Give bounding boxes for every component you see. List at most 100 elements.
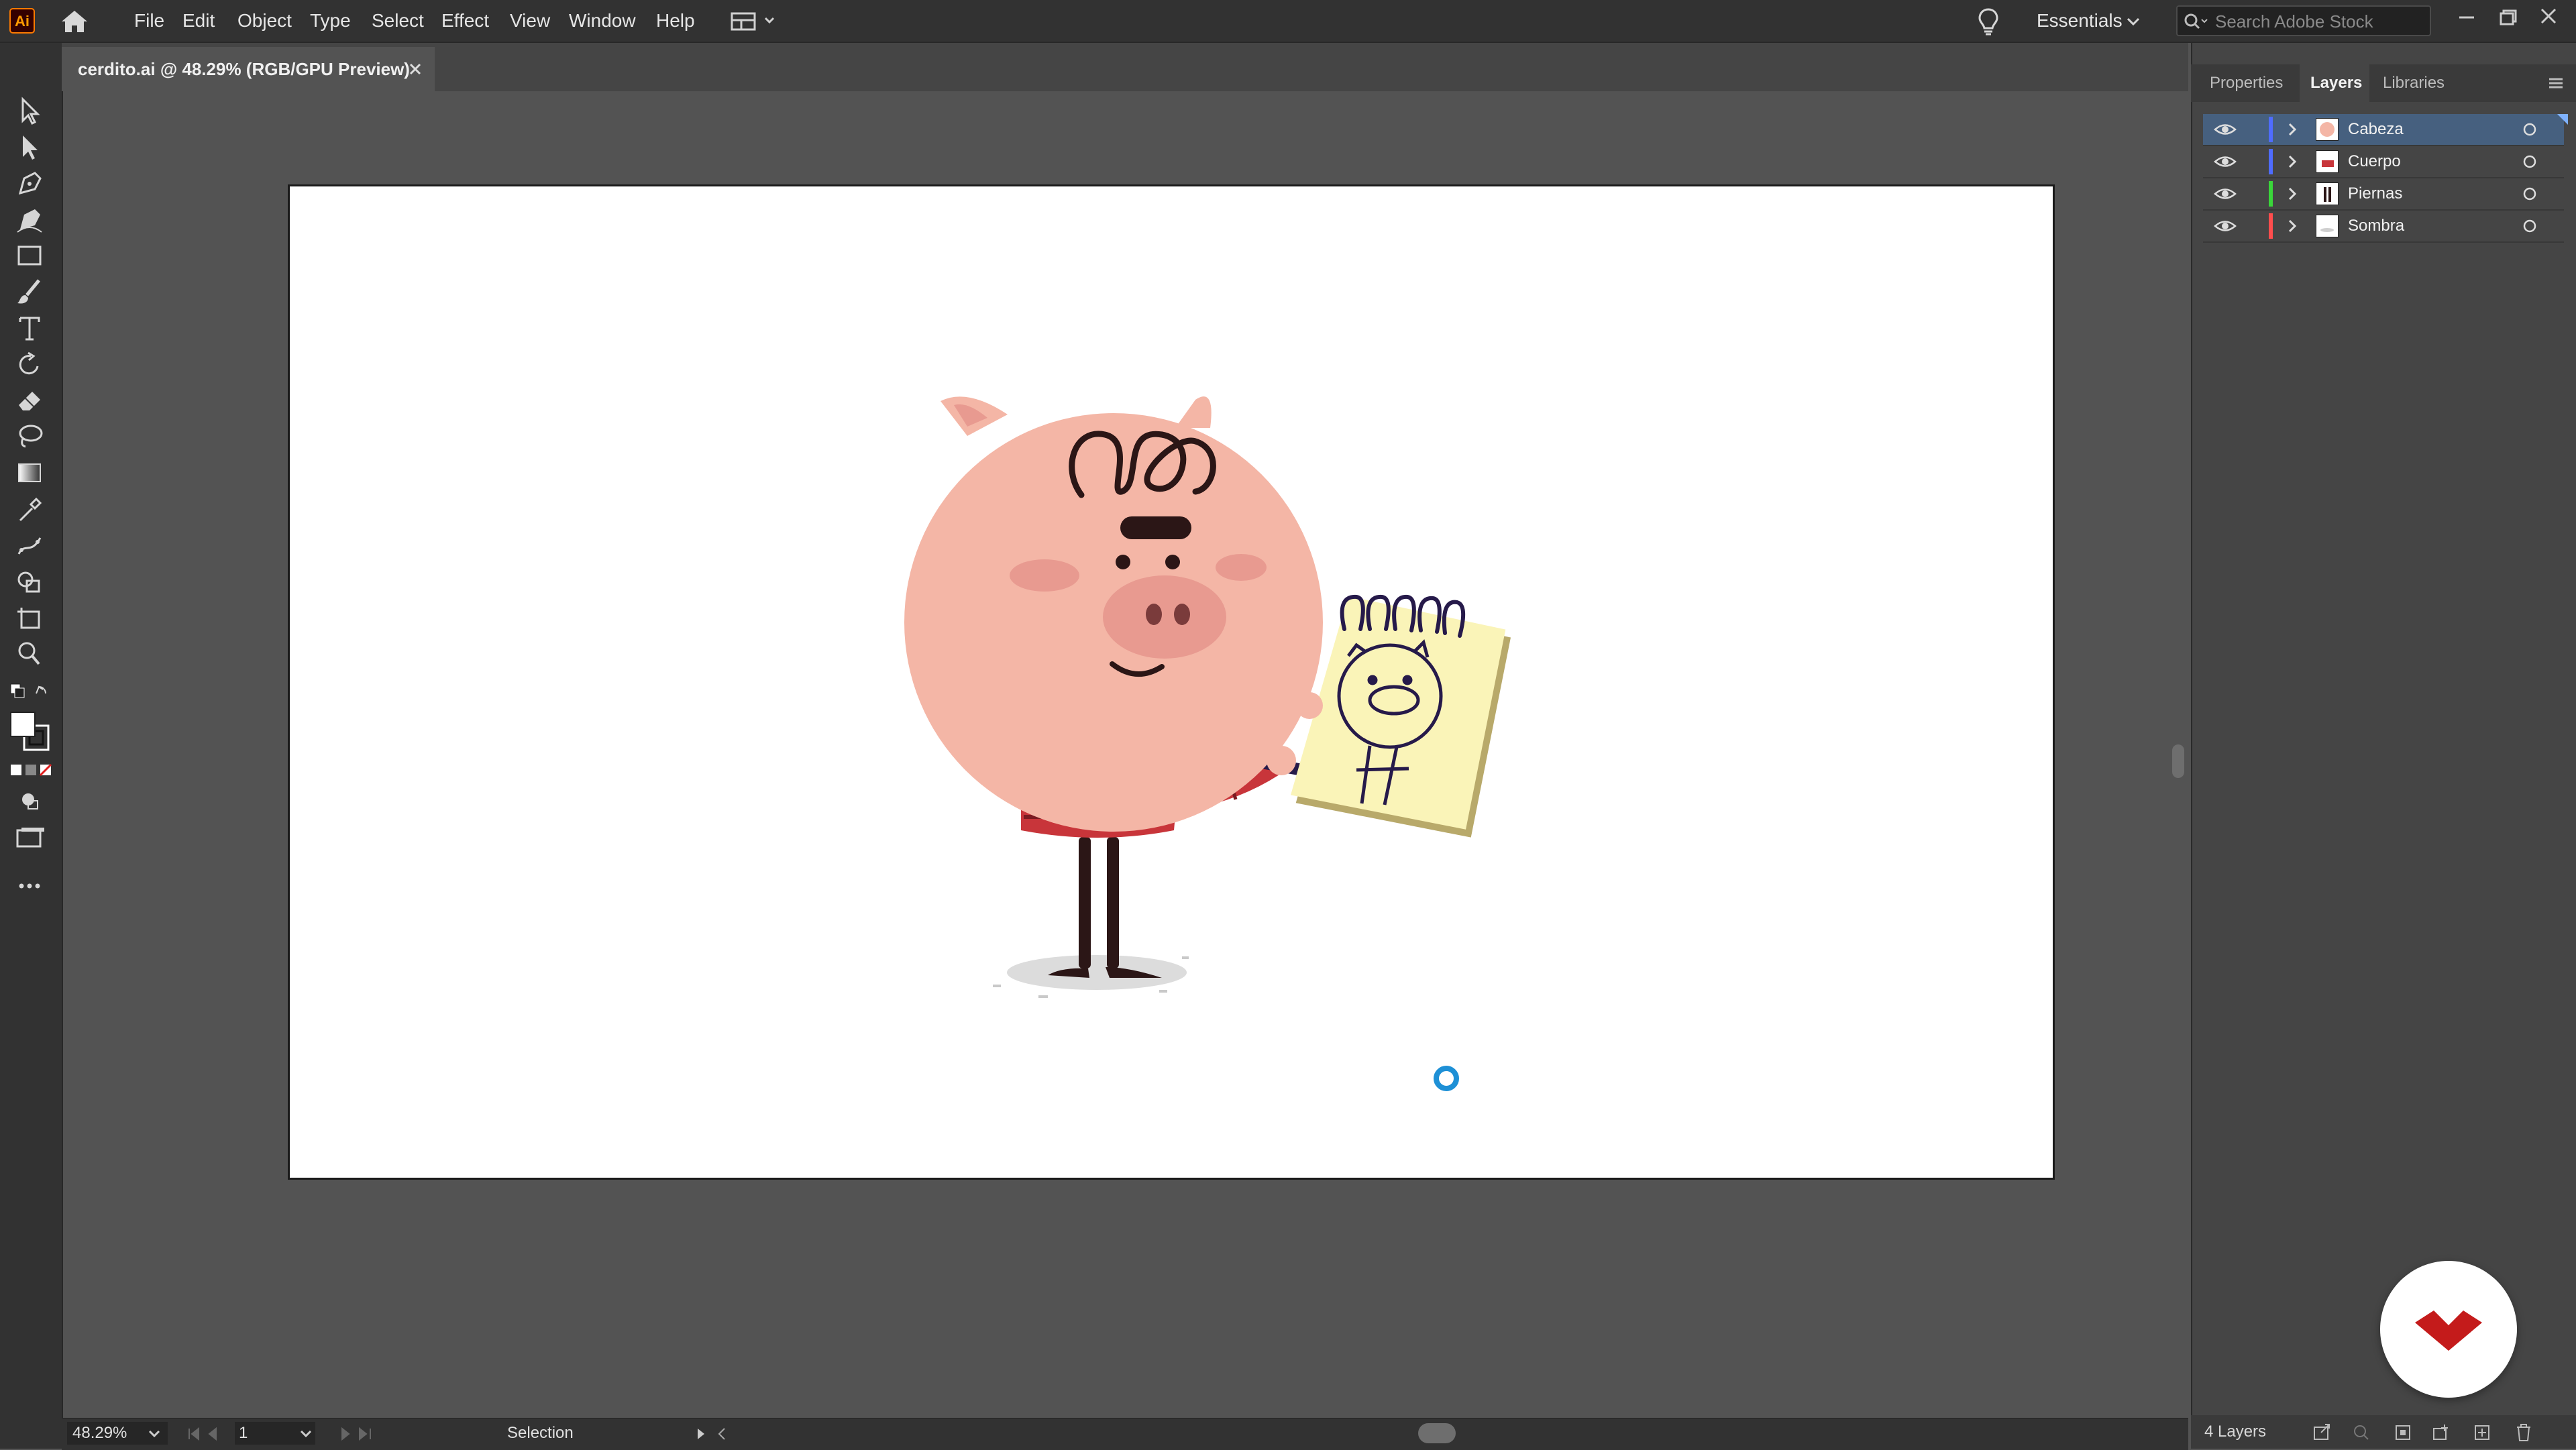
eyedropper-tool-icon[interactable] (11, 492, 48, 526)
lasso-tool-icon[interactable] (11, 420, 48, 453)
home-icon[interactable] (58, 8, 91, 35)
target-icon[interactable] (2522, 122, 2537, 137)
search-adobe-stock[interactable] (2176, 5, 2431, 36)
status-arrows-icon[interactable] (694, 1426, 734, 1442)
tab-layers[interactable]: Layers (2310, 64, 2362, 102)
new-sublayer-icon (2433, 1425, 2448, 1440)
layer-color-indicator (2269, 149, 2273, 174)
locate-object-icon (2354, 1425, 2369, 1440)
first-prev-artboard-icon[interactable] (182, 1425, 229, 1443)
puppet-warp-tool-icon[interactable] (11, 528, 48, 562)
shadow-shape (1007, 955, 1187, 990)
tab-libraries[interactable]: Libraries (2383, 64, 2445, 102)
right-panel (2191, 43, 2576, 1449)
maximize-icon[interactable] (2493, 4, 2526, 31)
curvature-tool-icon[interactable] (11, 203, 48, 236)
layer-color-indicator (2269, 181, 2273, 207)
paintbrush-tool-icon[interactable] (11, 275, 48, 309)
screen-mode-icon[interactable] (11, 821, 48, 854)
menu-window[interactable]: Window (569, 0, 636, 42)
menu-effect[interactable]: Effect (441, 0, 489, 42)
arrange-documents-button[interactable] (728, 9, 782, 32)
zoom-level-value: 48.29% (72, 1424, 127, 1442)
layer-color-indicator (2269, 117, 2273, 142)
clipping-mask-icon (2396, 1425, 2410, 1440)
new-layer-icon (2475, 1425, 2489, 1440)
color-mode-icon[interactable] (9, 762, 52, 781)
selected-layer-marker (2557, 114, 2568, 125)
zoom-tool-icon[interactable] (11, 637, 48, 671)
layer-thumbnail (2316, 215, 2339, 237)
panel-menu-icon[interactable] (2546, 74, 2565, 93)
layer-name: Sombra (2348, 217, 2405, 235)
selection-tool-icon[interactable] (11, 94, 48, 127)
menu-view[interactable]: View (510, 0, 550, 42)
close-icon[interactable] (2532, 4, 2565, 31)
layer-row-piernas[interactable]: Piernas (2203, 178, 2564, 211)
layer-row-cuerpo[interactable]: Cuerpo (2203, 146, 2564, 178)
chevron-down-icon[interactable] (2125, 13, 2141, 30)
artboard-chevron-icon[interactable] (298, 1426, 314, 1442)
eye-icon[interactable] (2214, 185, 2237, 203)
minimize-icon[interactable] (2450, 4, 2483, 31)
busy-cursor-icon (1434, 1066, 1459, 1091)
horizontal-scroll-thumb[interactable] (1418, 1423, 1456, 1443)
layer-row-sombra[interactable]: Sombra (2203, 211, 2564, 243)
search-input[interactable] (2214, 7, 2424, 36)
eraser-tool-icon[interactable] (11, 384, 48, 417)
notepad-group (1290, 594, 1511, 838)
workspace-selector[interactable]: Essentials (2037, 0, 2123, 42)
menu-object[interactable]: Object (237, 0, 292, 42)
menu-select[interactable]: Select (372, 0, 424, 42)
delete-layer-icon (2517, 1424, 2530, 1441)
eye-icon[interactable] (2214, 217, 2237, 235)
rectangle-tool-icon[interactable] (11, 239, 48, 272)
illustrator-logo: Ai (9, 8, 35, 34)
artboard[interactable] (288, 184, 2055, 1180)
document-tab-title: cerdito.ai @ 48.29% (RGB/GPU Preview) (78, 59, 410, 79)
layer-name: Piernas (2348, 184, 2403, 203)
shape-builder-tool-icon[interactable] (11, 565, 48, 598)
pen-tool-icon[interactable] (11, 166, 48, 200)
menu-edit[interactable]: Edit (182, 0, 215, 42)
export-icon (2314, 1424, 2330, 1440)
target-icon[interactable] (2522, 154, 2537, 169)
type-tool-icon[interactable] (11, 311, 48, 345)
vertical-scroll-thumb[interactable] (2172, 744, 2184, 778)
artboard-number-value: 1 (239, 1424, 248, 1442)
layer-name: Cuerpo (2348, 152, 2401, 170)
artboard-tool-icon[interactable] (11, 601, 48, 634)
layer-row-cabeza[interactable]: Cabeza (2203, 114, 2564, 146)
document-tab[interactable]: cerdito.ai @ 48.29% (RGB/GPU Preview) (62, 47, 435, 91)
gradient-tool-icon[interactable] (11, 456, 48, 490)
close-tab-icon[interactable] (407, 60, 424, 78)
chevron-right-icon[interactable] (2284, 185, 2301, 203)
rotate-tool-icon[interactable] (11, 347, 48, 381)
drawing-mode-icon[interactable] (11, 785, 48, 818)
zoom-chevron-icon[interactable] (146, 1426, 162, 1442)
tab-properties[interactable]: Properties (2210, 64, 2283, 102)
layer-color-indicator (2269, 213, 2273, 239)
more-tools-icon[interactable] (11, 869, 48, 903)
fill-stroke-swatch[interactable] (9, 711, 52, 754)
layer-thumbnail (2316, 150, 2339, 173)
menu-type[interactable]: Type (310, 0, 351, 42)
layers-count: 4 Layers (2204, 1423, 2267, 1441)
menu-help[interactable]: Help (656, 0, 695, 42)
default-colors-icon[interactable] (8, 680, 51, 707)
layer-thumbnail (2316, 182, 2339, 205)
eye-icon[interactable] (2214, 153, 2237, 170)
chevron-right-icon[interactable] (2284, 217, 2301, 235)
target-icon[interactable] (2522, 186, 2537, 201)
target-icon[interactable] (2522, 219, 2537, 233)
direct-selection-tool-icon[interactable] (11, 130, 48, 164)
chevron-right-icon[interactable] (2284, 153, 2301, 170)
search-icon (2184, 13, 2208, 30)
next-last-artboard-icon[interactable] (333, 1425, 380, 1443)
pig-illustration[interactable] (290, 186, 2053, 1178)
brand-badge-logo (2380, 1261, 2517, 1398)
lightbulb-icon[interactable] (1975, 7, 2002, 36)
eye-icon[interactable] (2214, 121, 2237, 138)
menu-file[interactable]: File (134, 0, 164, 42)
chevron-right-icon[interactable] (2284, 121, 2301, 138)
